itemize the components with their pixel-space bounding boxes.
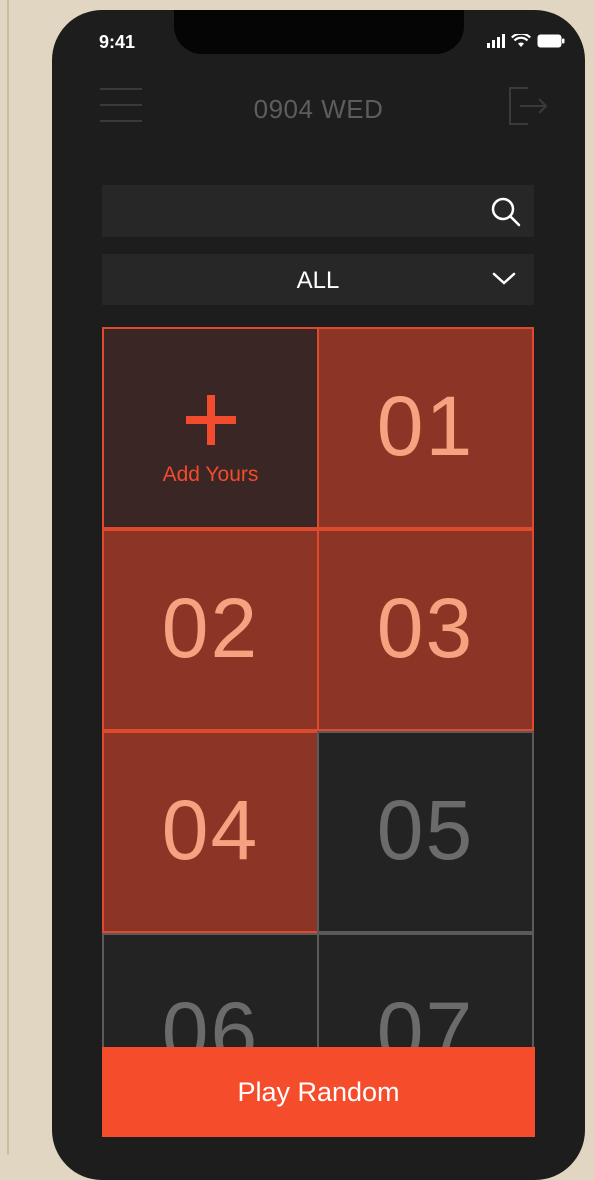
- tile-number: 04: [161, 783, 260, 877]
- status-icons: [487, 34, 565, 48]
- background-frame-line: [7, 0, 9, 1155]
- plus-icon: [186, 395, 236, 445]
- tile-number: 01: [376, 379, 475, 473]
- device-notch: [174, 10, 464, 54]
- app-header: 0904 WED: [52, 80, 585, 140]
- dropdown-selected-value: ALL: [296, 267, 340, 294]
- wifi-icon: [511, 34, 531, 47]
- logout-icon[interactable]: [504, 86, 550, 126]
- grid-tile[interactable]: 04: [102, 731, 319, 933]
- add-yours-label: Add Yours: [162, 463, 259, 486]
- signal-icon: [487, 34, 505, 48]
- battery-icon: [537, 34, 565, 48]
- grid-tile[interactable]: 05: [317, 731, 534, 933]
- phone-screen: 9:41 0904 WED ALL Add Yours 01 02 03 04 …: [52, 10, 585, 1180]
- tile-number: 05: [376, 783, 475, 877]
- search-icon[interactable]: [490, 196, 522, 228]
- play-random-button[interactable]: Play Random: [102, 1047, 535, 1137]
- search-input[interactable]: [102, 185, 534, 237]
- grid-tile[interactable]: 03: [317, 529, 534, 731]
- grid-tile[interactable]: 02: [102, 529, 319, 731]
- chevron-down-icon: [492, 272, 516, 285]
- category-dropdown[interactable]: ALL: [102, 254, 534, 305]
- tile-number: 02: [161, 581, 260, 675]
- grid-tile[interactable]: 01: [317, 327, 534, 529]
- tile-number: 03: [376, 581, 475, 675]
- add-yours-tile[interactable]: Add Yours: [102, 327, 319, 529]
- status-time: 9:41: [99, 32, 136, 52]
